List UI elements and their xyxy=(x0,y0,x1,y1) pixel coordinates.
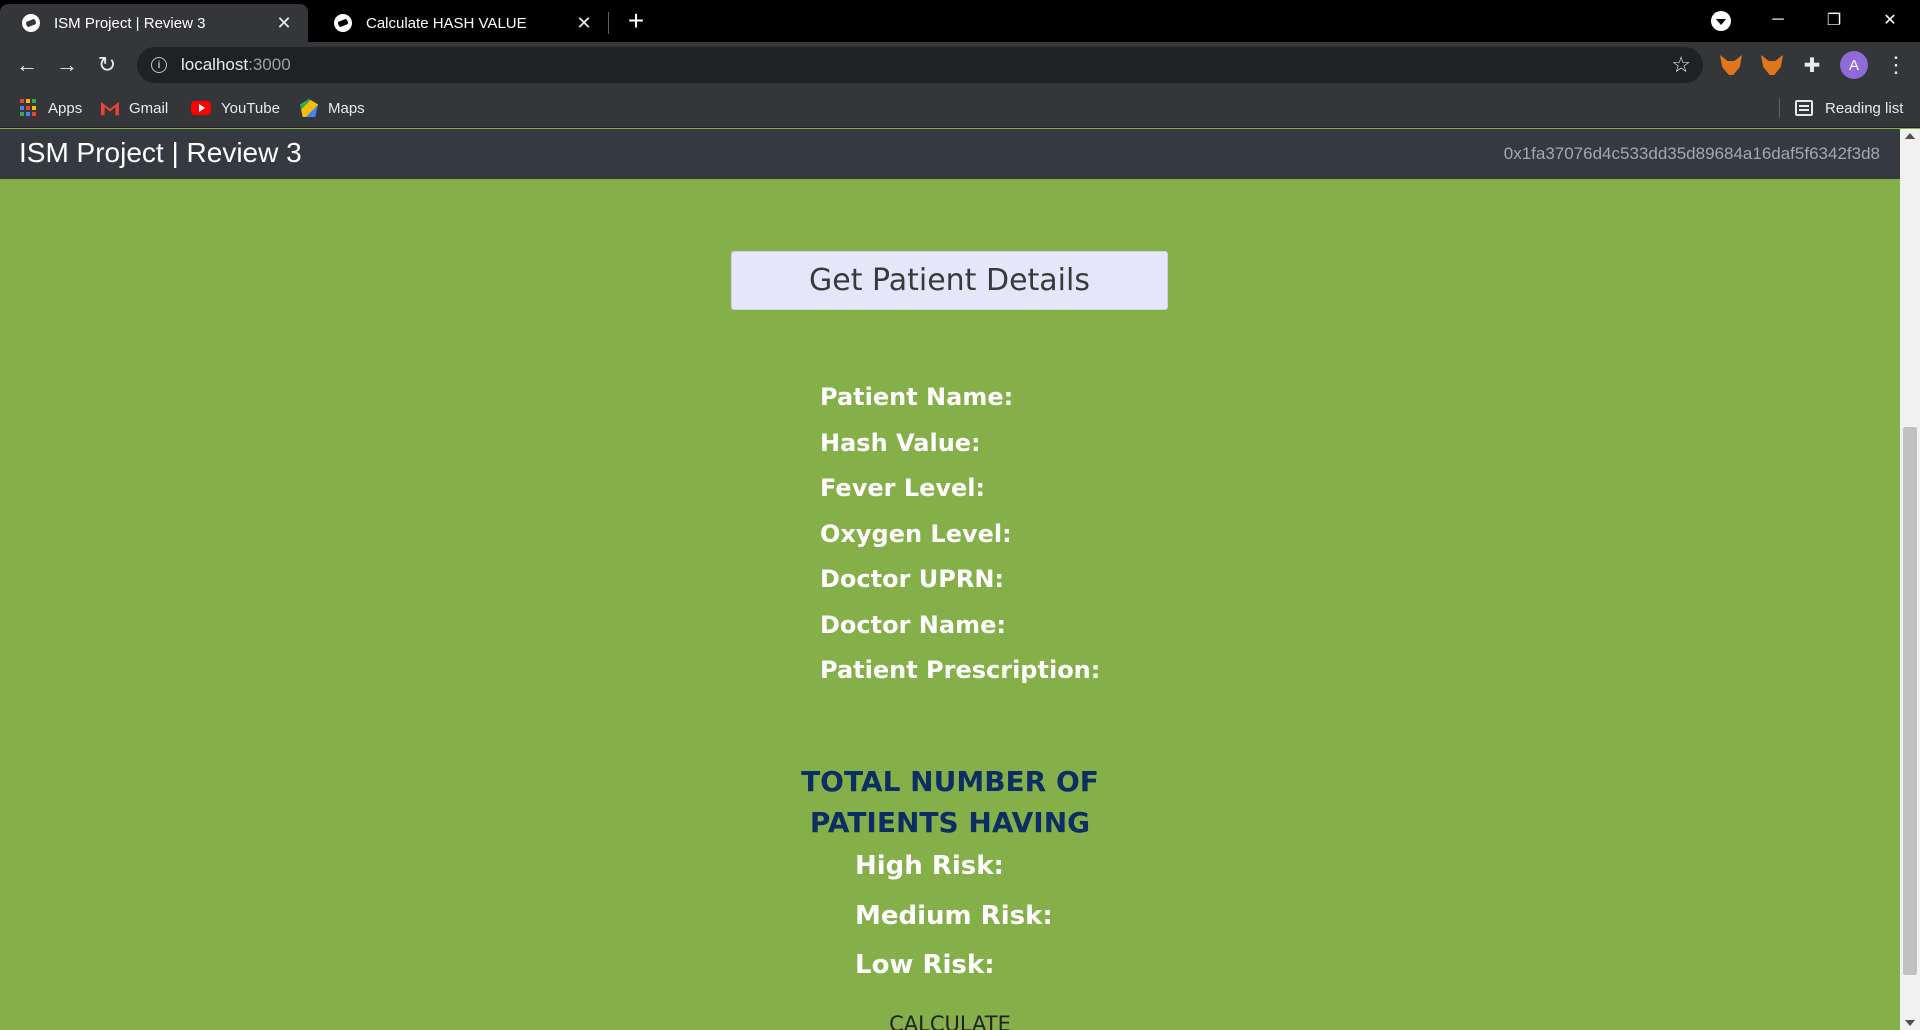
oxygen-level-label: Oxygen Level: xyxy=(820,519,1012,548)
tab-title: Calculate HASH VALUE xyxy=(366,14,527,32)
globe-icon xyxy=(22,14,40,32)
apps-grid-icon xyxy=(20,99,38,117)
forward-arrow-icon[interactable]: → xyxy=(51,49,83,81)
reading-list-label: Reading list xyxy=(1825,99,1904,117)
url-port: :3000 xyxy=(248,55,291,74)
patient-prescription-label: Patient Prescription: xyxy=(820,656,1101,684)
bookmark-label: Maps xyxy=(328,99,365,117)
low-risk-label: Low Risk: xyxy=(855,950,995,980)
url-host: localhost xyxy=(181,55,249,74)
calculate-button[interactable]: CALCULATE xyxy=(850,1012,1050,1030)
more-menu-icon[interactable]: ⋮ xyxy=(1884,51,1908,79)
reading-list-icon xyxy=(1795,100,1813,116)
back-arrow-icon[interactable]: ← xyxy=(11,49,43,81)
bookmark-label: Apps xyxy=(48,99,83,117)
totals-heading-line1: TOTAL NUMBER OF xyxy=(801,765,1099,798)
new-tab-button[interactable]: + xyxy=(622,5,650,36)
bookmark-maps[interactable]: Maps xyxy=(300,96,365,120)
scroll-up-arrow-icon[interactable] xyxy=(1905,133,1915,139)
app-title: ISM Project | Review 3 xyxy=(19,137,302,168)
browser-toolbar: ← → ↻ i localhost:3000 ☆ ✚ A ⋮ xyxy=(0,42,1920,88)
bookmarks-bar: Apps Gmail YouTube Maps Reading list xyxy=(0,88,1920,128)
tab-calculate-hash[interactable]: Calculate HASH VALUE ✕ xyxy=(312,4,608,42)
bookmark-star-icon[interactable]: ☆ xyxy=(1671,52,1691,78)
app-navbar: ISM Project | Review 3 0x1fa37076d4c533d… xyxy=(0,129,1900,179)
reload-icon[interactable]: ↻ xyxy=(91,49,123,81)
totals-heading: TOTAL NUMBER OF PATIENTS HAVING xyxy=(750,761,1150,843)
close-icon[interactable]: ✕ xyxy=(274,13,294,33)
window-close-button[interactable]: ✕ xyxy=(1862,0,1918,40)
tab-ism-project[interactable]: ISM Project | Review 3 ✕ xyxy=(0,4,308,42)
minimize-button[interactable]: ─ xyxy=(1750,0,1806,40)
close-icon[interactable]: ✕ xyxy=(574,13,594,33)
medium-risk-label: Medium Risk: xyxy=(855,900,1053,931)
tab-title: ISM Project | Review 3 xyxy=(54,14,206,32)
get-patient-details-button[interactable]: Get Patient Details xyxy=(731,251,1168,310)
hash-value-label: Hash Value: xyxy=(820,428,981,457)
doctor-uprn-label: Doctor UPRN: xyxy=(820,565,1005,593)
address-bar[interactable]: i localhost:3000 ☆ xyxy=(137,47,1703,83)
scroll-down-arrow-icon[interactable] xyxy=(1905,1020,1915,1026)
youtube-icon xyxy=(191,101,211,115)
page-viewport: ISM Project | Review 3 0x1fa37076d4c533d… xyxy=(0,129,1900,1030)
account-address: 0x1fa37076d4c533dd35d89684a16daf5f6342f3… xyxy=(1503,144,1880,163)
fever-level-label: Fever Level: xyxy=(820,474,986,502)
page-scrollbar[interactable] xyxy=(1900,129,1920,1030)
scrollbar-thumb[interactable] xyxy=(1903,427,1917,975)
bookmark-apps[interactable]: Apps xyxy=(20,96,82,120)
bookmark-gmail[interactable]: Gmail xyxy=(101,96,168,120)
gmail-icon xyxy=(101,101,119,116)
metamask-extension-icon[interactable] xyxy=(1719,53,1743,77)
risk-counts: High Risk: Medium Risk: Low Risk: xyxy=(855,851,1053,1000)
doctor-name-label: Doctor Name: xyxy=(820,610,1006,639)
patient-details: Patient Name: Hash Value: Fever Level: O… xyxy=(820,383,1100,702)
extensions-puzzle-icon[interactable]: ✚ xyxy=(1800,53,1824,77)
bookmark-label: YouTube xyxy=(221,99,280,117)
totals-heading-line2: PATIENTS HAVING xyxy=(809,806,1091,839)
profile-avatar[interactable]: A xyxy=(1840,51,1868,79)
url-text: localhost:3000 xyxy=(181,55,291,75)
maps-icon xyxy=(300,99,318,117)
high-risk-label: High Risk: xyxy=(855,851,1004,881)
reading-list-button[interactable]: Reading list xyxy=(1795,96,1903,120)
metamask-extension-icon[interactable] xyxy=(1760,53,1784,77)
tab-search-icon[interactable] xyxy=(1711,11,1731,31)
bookmark-label: Gmail xyxy=(129,99,169,117)
browser-tab-strip: ISM Project | Review 3 ✕ Calculate HASH … xyxy=(0,0,1920,42)
patient-name-label: Patient Name: xyxy=(820,383,1014,411)
restore-button[interactable]: ❐ xyxy=(1806,0,1862,40)
bookmark-youtube[interactable]: YouTube xyxy=(191,96,280,120)
globe-icon xyxy=(334,14,352,32)
bookmarks-divider xyxy=(1779,98,1780,118)
tab-divider xyxy=(608,12,609,34)
site-info-icon[interactable]: i xyxy=(151,57,167,73)
